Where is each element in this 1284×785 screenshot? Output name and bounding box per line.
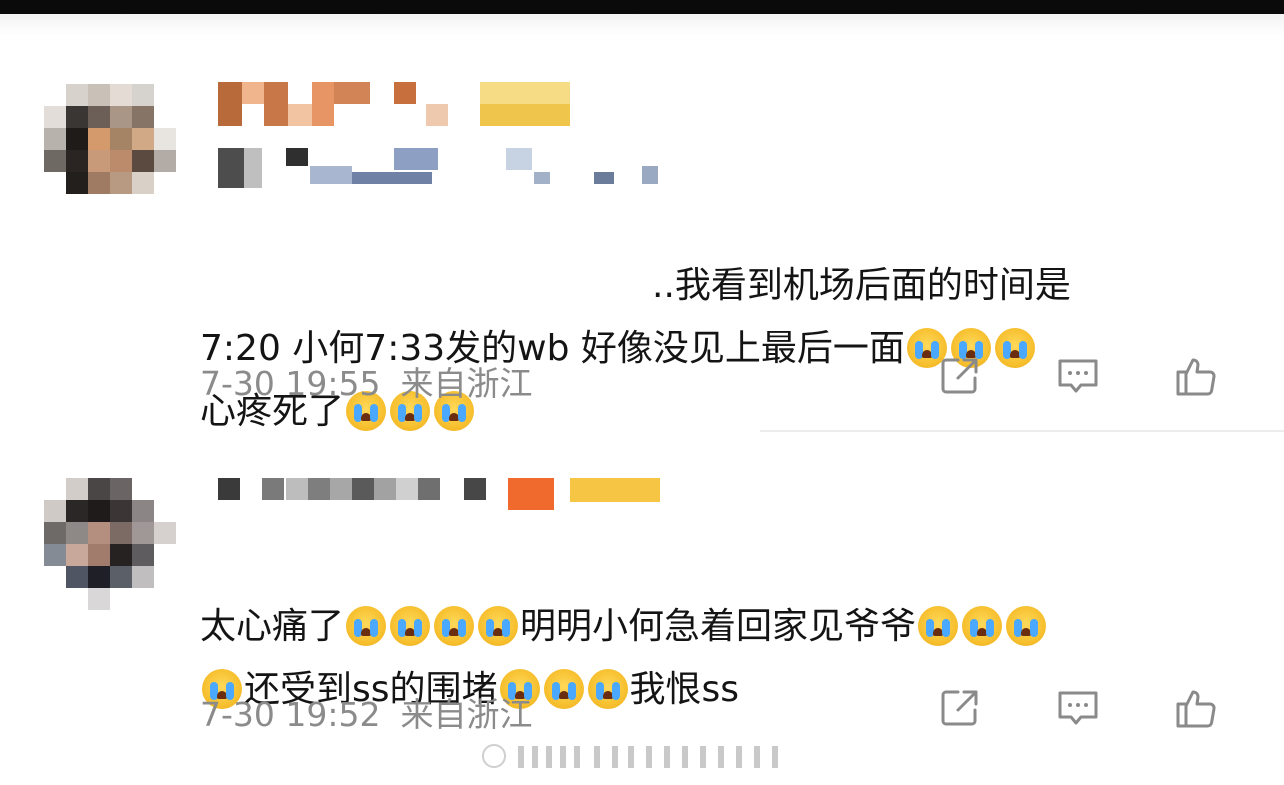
comment-time: 7-30 19:52: [200, 695, 381, 734]
share-icon[interactable]: [936, 684, 984, 732]
crying-face-emoji-icon: [918, 606, 959, 646]
comment-text: ..我看到机场后面的时间是 7:20 小何7:33发的wb 好像没见上最后一面 心…: [200, 128, 1236, 506]
crying-face-emoji-icon: [434, 606, 475, 646]
comment-actions: [936, 352, 1236, 402]
comment-icon[interactable]: [1054, 352, 1102, 400]
comment-text-line: ..我看到机场后面的时间是: [652, 265, 1071, 306]
crying-face-emoji-icon: [543, 669, 584, 709]
comment-location: 来自浙江: [400, 695, 533, 734]
avatar[interactable]: [44, 84, 176, 216]
comment-meta: 7-30 19:52 来自浙江: [200, 688, 533, 736]
avatar[interactable]: [44, 478, 176, 610]
comment-text-part: 明明小何急着回家见爷爷: [520, 606, 917, 647]
crying-face-emoji-icon: [478, 606, 519, 646]
comment-location: 来自浙江: [400, 364, 533, 403]
comment-text-part: 我恨ss: [629, 669, 740, 710]
comment-item: ..我看到机场后面的时间是 7:20 小何7:33发的wb 好像没见上最后一面 心…: [0, 64, 1284, 432]
comment-text-part: 太心痛了: [200, 606, 345, 647]
watermark: [482, 740, 802, 772]
crying-face-emoji-icon: [587, 669, 628, 709]
crying-face-emoji-icon: [1006, 606, 1047, 646]
like-icon[interactable]: [1172, 352, 1220, 400]
comment-time: 7-30 19:55: [200, 364, 381, 403]
watermark-circle: [482, 744, 506, 768]
comment-actions: [936, 684, 1236, 734]
comment-item: 太心痛了 明明小何急着回家见爷爷 还受到ss的围堵 我恨ss 7-30 19:52 来…: [0, 470, 1284, 770]
comment-icon[interactable]: [1054, 684, 1102, 732]
share-icon[interactable]: [936, 352, 984, 400]
top-bar: [0, 0, 1284, 14]
comment-divider: [760, 430, 1284, 432]
like-icon[interactable]: [1172, 684, 1220, 732]
comment-meta: 7-30 19:55 来自浙江: [200, 357, 533, 405]
crying-face-emoji-icon: [346, 606, 387, 646]
crying-face-emoji-icon: [390, 606, 431, 646]
crying-face-emoji-icon: [962, 606, 1003, 646]
top-fade: [0, 14, 1284, 36]
